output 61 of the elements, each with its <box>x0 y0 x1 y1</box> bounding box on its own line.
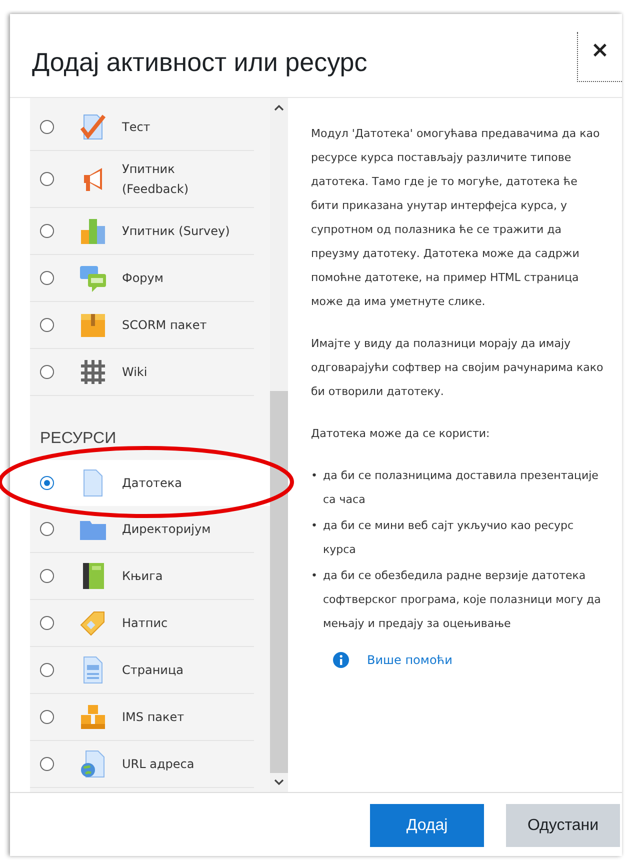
module-option[interactable]: Натпис <box>30 600 254 647</box>
description-text: Модул 'Датотека' омогућава предавачима да као ресурсе курса постављају различите типове датотека. Тамо где је то могуће, датотека ће бити приказана унутар интерфејса курса, у супротном од полазника ће се тражити да преузму датотеку. Датотека може да садржи помоћне датотеке, на пример HTML страница може да има уметнуте слике. <box>311 126 601 310</box>
radio-button[interactable] <box>40 569 54 583</box>
module-label: URL адреса <box>122 756 196 773</box>
scrollbar[interactable] <box>270 98 288 792</box>
info-icon <box>333 652 349 668</box>
module-label: Форум <box>122 270 164 287</box>
description-text: Имајте у виду да полазници морају да имају одговарајући софтвер на својим рачунарима како би отворили датотеку. <box>311 336 604 400</box>
module-option[interactable]: IMS пакет <box>30 694 254 741</box>
radio-button[interactable] <box>40 616 54 630</box>
scroll-up-icon[interactable] <box>274 104 284 111</box>
module-option[interactable]: Упитник (Feedback) <box>30 151 254 208</box>
radio-button[interactable] <box>40 476 54 490</box>
module-label: IMS пакет <box>122 709 186 726</box>
module-option[interactable]: Директоријум <box>30 506 254 553</box>
radio-button[interactable] <box>40 224 54 238</box>
module-option[interactable]: URL адреса <box>30 741 254 788</box>
module-option[interactable]: Страница <box>30 647 254 694</box>
radio-button[interactable] <box>40 757 54 771</box>
boxes-icon <box>78 702 108 732</box>
module-option[interactable]: Књига <box>30 553 254 600</box>
module-label: Упитник (Survey) <box>122 223 231 240</box>
section-heading: РЕСУРСИ <box>39 429 118 449</box>
quiz-icon <box>78 112 108 142</box>
description-text: Датотека може да се користи: <box>311 426 491 442</box>
bullet-marker: • <box>311 468 318 484</box>
radio-button[interactable] <box>40 318 54 332</box>
module-label: Књига <box>122 568 164 585</box>
module-label: Натпис <box>122 615 169 632</box>
add-button[interactable]: Додај <box>370 804 484 847</box>
list-item: да би се обезбедила радне верзије датотека софтверског програма, које полазници могу да мењају и предају за оцењивање <box>323 568 602 632</box>
scrollbar-thumb[interactable] <box>270 391 288 773</box>
module-option[interactable]: Датотека <box>30 460 270 506</box>
radio-button[interactable] <box>40 710 54 724</box>
module-option[interactable]: Wiki <box>30 349 254 396</box>
dialog-title: Додај активност или ресурс <box>31 46 368 78</box>
module-label: Упитник (Feedback) <box>122 161 190 198</box>
module-label: Директоријум <box>122 521 212 538</box>
radio-button[interactable] <box>40 663 54 677</box>
radio-button[interactable] <box>40 120 54 134</box>
module-option[interactable]: Форум <box>30 255 254 302</box>
cancel-button[interactable]: Одустани <box>506 804 620 847</box>
bullet-marker: • <box>311 568 318 584</box>
radio-button[interactable] <box>40 365 54 379</box>
module-option[interactable]: Упитник (Survey) <box>30 208 254 255</box>
module-label: SCORM пакет <box>122 317 208 334</box>
close-button[interactable]: × <box>577 32 622 82</box>
more-help-link[interactable]: Више помоћи <box>367 648 452 672</box>
scroll-down-icon[interactable] <box>274 779 284 786</box>
module-label: Wiki <box>122 364 148 381</box>
module-label: Страница <box>122 662 185 679</box>
module-option[interactable]: SCORM пакет <box>30 302 254 349</box>
bar-chart-icon <box>78 216 108 246</box>
bullet-marker: • <box>311 518 318 534</box>
radio-button[interactable] <box>40 522 54 536</box>
chat-bubbles-icon <box>78 263 108 293</box>
module-label: Датотека <box>122 475 184 492</box>
radio-button[interactable] <box>40 172 54 186</box>
module-label: Тест <box>122 119 152 136</box>
radio-button[interactable] <box>40 271 54 285</box>
module-option[interactable]: Тест <box>30 104 254 151</box>
